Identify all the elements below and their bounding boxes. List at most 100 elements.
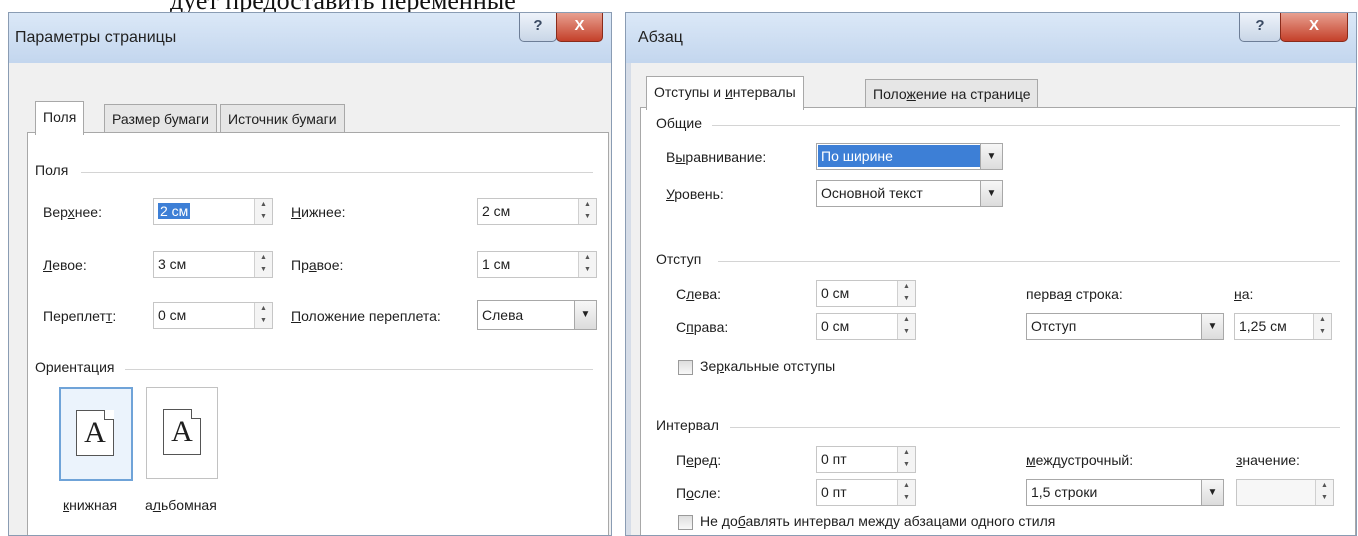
general-group-label: Общие [656,115,703,131]
tab-paper-size[interactable]: Размер бумаги [104,104,217,133]
tab-paper-source[interactable]: Источник бумаги [220,104,345,133]
page-setup-content: Поля Размер бумаги Источник бумаги Поля … [9,63,611,535]
line-spacing-label: междустрочный: [1026,452,1134,468]
page-setup-title: Параметры страницы [15,29,177,46]
portrait-button[interactable]: A [59,387,133,481]
gutter-label: Переплетт: [43,308,117,324]
spin-arrows-icon[interactable]: ▲ ▼ [578,199,596,224]
top-margin-spinner[interactable]: 2 см ▲ ▼ [153,198,273,225]
paragraph-titlebar: Абзац ? X [626,13,1356,63]
spin-arrows-icon[interactable]: ▲ ▼ [897,447,915,472]
indent-by-spinner[interactable]: 1,25 см ▲ ▼ [1234,313,1332,340]
level-label: Уровень: [666,186,724,202]
indent-group-divider [718,261,1340,262]
indent-right-value: 0 см [821,318,850,334]
tab-line-page-breaks-label: Положение на странице [873,86,1031,102]
tab-margins[interactable]: Поля [35,101,85,135]
indent-right-label: Справа: [676,319,729,335]
spacing-at-spinner[interactable]: ▲ ▼ [1236,479,1334,506]
spacing-after-spinner[interactable]: 0 пт ▲ ▼ [816,479,916,506]
chevron-down-icon[interactable]: ▼ [574,301,596,329]
spacing-before-label: Перед: [676,452,722,468]
level-value: Основной текст [821,185,923,201]
general-group-divider [712,125,1340,126]
indent-left-value: 0 см [821,285,850,301]
chevron-down-icon[interactable]: ▼ [980,181,1002,206]
page-setup-dialog: Параметры страницы ? X Поля Размер бумаг… [8,12,612,536]
spin-arrows-icon[interactable]: ▲ ▼ [254,199,272,224]
spin-arrows-icon[interactable]: ▲ ▼ [1313,314,1331,339]
tab-line-page-breaks[interactable]: Положение на странице [865,79,1039,108]
left-margin-label: Левое: [43,257,87,273]
line-spacing-value: 1,5 строки [1031,484,1098,500]
right-margin-label: Правое: [291,257,344,273]
spacing-group-divider [730,427,1340,428]
right-margin-spinner[interactable]: 1 см ▲ ▼ [477,251,597,278]
spin-arrows-icon[interactable]: ▲ ▼ [897,480,915,505]
spin-arrows-icon[interactable]: ▲ ▼ [897,281,915,306]
spacing-before-spinner[interactable]: 0 пт ▲ ▼ [816,446,916,473]
right-margin-value: 1 см [482,256,511,272]
gutter-position-select[interactable]: Слева ▼ [477,300,597,330]
first-line-label: первая строка: [1026,286,1123,302]
chevron-down-icon[interactable]: ▼ [1201,480,1223,505]
mirror-indents-checkbox[interactable] [678,360,693,375]
alignment-label: Выравнивание: [666,149,767,165]
bottom-margin-value: 2 см [482,203,511,219]
gutter-spinner[interactable]: 0 см ▲ ▼ [153,302,273,329]
chevron-down-icon[interactable]: ▼ [980,144,1002,169]
orientation-group-label: Ориентация [35,359,115,375]
top-margin-label: Верхнее: [43,204,102,220]
bottom-margin-label: Нижнее: [291,204,346,220]
gutter-position-label: Положение переплета: [291,308,441,324]
tab-indents-spacing-label: Отступы и интервалы [654,84,796,100]
help-button[interactable]: ? [519,13,557,42]
left-margin-spinner[interactable]: 3 см ▲ ▼ [153,251,273,278]
mirror-indents-label: Зеркальные отступы [700,358,836,374]
close-button[interactable]: X [1280,13,1348,42]
spacing-group-label: Интервал [656,417,719,433]
indent-right-spinner[interactable]: 0 см ▲ ▼ [816,313,916,340]
line-spacing-select[interactable]: 1,5 строки ▼ [1026,479,1224,506]
margins-group-divider [81,172,593,173]
help-icon: ? [533,17,543,34]
tab-paper-size-label: Размер бумаги [112,111,209,127]
at-label: значение: [1236,452,1300,468]
close-button[interactable]: X [556,13,603,42]
dialog-left-edge [626,63,631,535]
indent-by-value: 1,25 см [1239,318,1287,334]
portrait-label: книжная [63,497,118,513]
margins-group-label: Поля [35,162,69,178]
page-setup-titlebar: Параметры страницы ? X [9,13,611,63]
alignment-select[interactable]: По ширине ▼ [816,143,1003,170]
spin-arrows-icon[interactable]: ▲ ▼ [254,252,272,277]
paragraph-title: Абзац [638,29,683,46]
level-select[interactable]: Основной текст ▼ [816,180,1003,207]
top-margin-value: 2 см [158,203,191,219]
landscape-button[interactable]: A [146,387,218,479]
spin-arrows-icon[interactable]: ▲ ▼ [254,303,272,328]
spin-arrows-icon[interactable]: ▲ ▼ [1315,480,1333,505]
no-space-same-style-label: Не добавлять интервал между абзацами одн… [700,513,1056,529]
tab-indents-spacing[interactable]: Отступы и интервалы [646,76,804,110]
left-margin-value: 3 см [158,256,187,272]
indent-group-label: Отступ [656,251,702,267]
orientation-group-divider [125,369,593,370]
landscape-label: альбомная [145,497,217,513]
indent-left-label: Слева: [676,286,722,302]
first-line-select[interactable]: Отступ ▼ [1026,313,1224,340]
chevron-down-icon[interactable]: ▼ [1201,314,1223,339]
portrait-page-icon: A [76,410,114,456]
gutter-value: 0 см [158,307,187,323]
spin-arrows-icon[interactable]: ▲ ▼ [897,314,915,339]
tab-margins-label: Поля [43,109,77,125]
gutter-position-value: Слева [482,307,524,323]
indent-left-spinner[interactable]: 0 см ▲ ▼ [816,280,916,307]
no-space-same-style-checkbox[interactable] [678,515,693,530]
close-icon: X [1308,17,1319,34]
spacing-after-value: 0 пт [821,484,847,500]
help-button[interactable]: ? [1239,13,1281,42]
spin-arrows-icon[interactable]: ▲ ▼ [578,252,596,277]
bottom-margin-spinner[interactable]: 2 см ▲ ▼ [477,198,597,225]
paragraph-dialog: Абзац ? X Отступы и интервалы Положение … [625,12,1357,536]
